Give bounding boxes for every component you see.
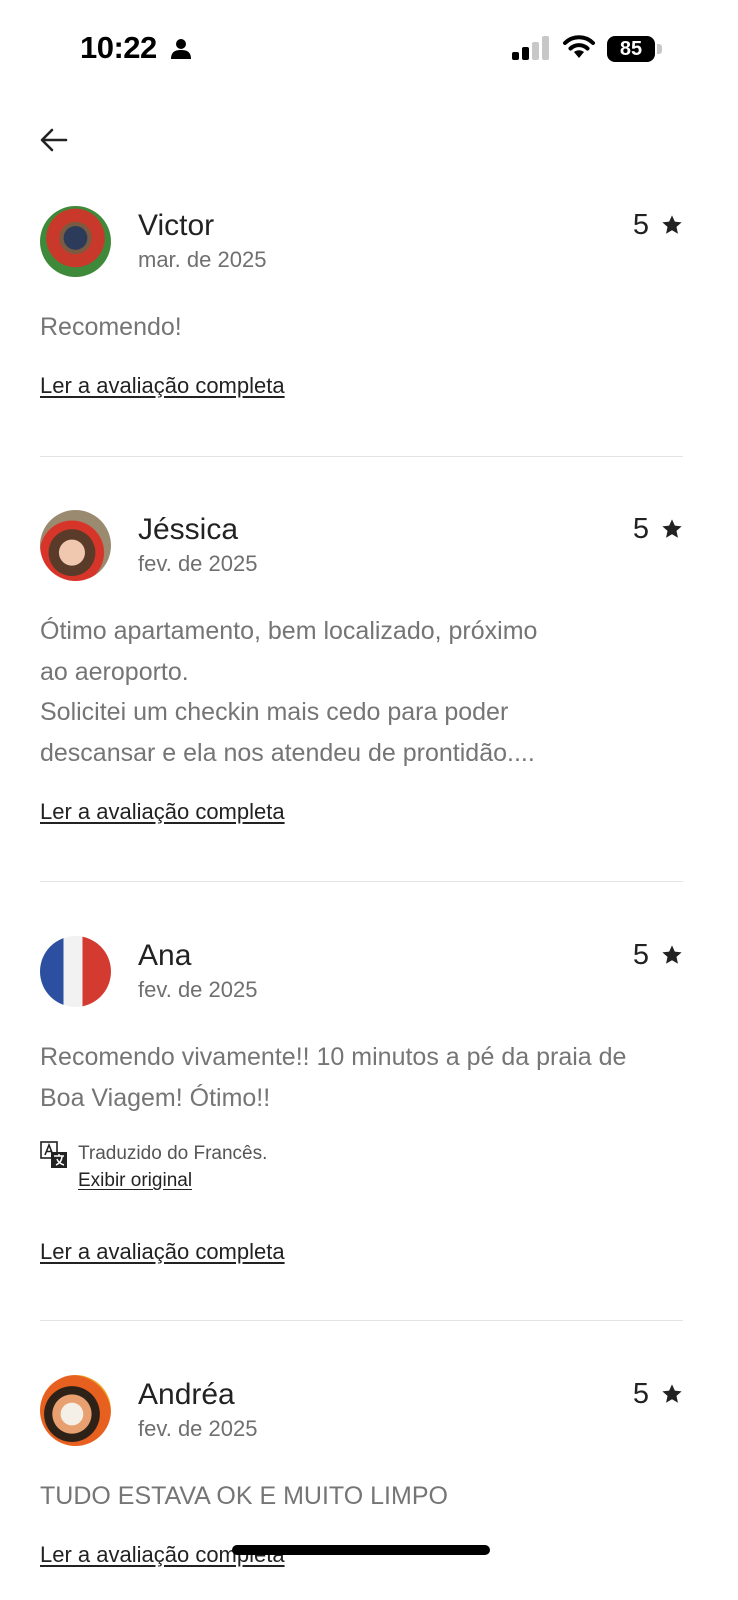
read-full-review-link[interactable]: Ler a avaliação completa	[40, 798, 285, 826]
review-text: TUDO ESTAVA OK E MUITO LIMPO	[40, 1482, 448, 1510]
battery-level: 85	[607, 36, 655, 62]
status-bar: 10:22 85	[0, 0, 738, 100]
review-text: Ótimo apartamento, bem localizado, próxi…	[40, 617, 538, 767]
battery-indicator: 85	[607, 36, 663, 62]
divider	[40, 881, 683, 882]
star-icon	[662, 519, 682, 538]
person-icon	[171, 39, 191, 59]
star-icon	[662, 215, 682, 234]
rating: 5	[633, 510, 683, 548]
rating: 5	[633, 206, 683, 244]
reviews-page: 10:22 85 Victor mar. de 2025 5 Recomendo…	[0, 0, 738, 1600]
review-date: mar. de 2025	[138, 247, 267, 272]
reviewer-name: Andréa	[138, 1378, 235, 1411]
cellular-signal-icon	[512, 36, 549, 60]
rating: 5	[633, 936, 683, 974]
divider	[40, 456, 683, 457]
rating-value: 5	[632, 512, 649, 545]
rating-value: 5	[632, 1377, 649, 1410]
avatar[interactable]	[40, 1375, 111, 1446]
review-item: Victor mar. de 2025 5 Recomendo! Ler a a…	[40, 206, 683, 406]
wifi-icon	[563, 35, 595, 58]
battery-cap	[657, 44, 662, 54]
avatar[interactable]	[40, 936, 111, 1007]
translation-info: Traduzido do Francês. Exibir original	[40, 1141, 440, 1197]
read-full-review-link[interactable]: Ler a avaliação completa	[40, 1238, 285, 1266]
read-full-review-link[interactable]: Ler a avaliação completa	[40, 372, 285, 400]
rating: 5	[633, 1375, 683, 1413]
review-item: Jéssica fev. de 2025 5 Ótimo apartamento…	[40, 510, 683, 835]
avatar[interactable]	[40, 510, 111, 581]
translate-icon	[40, 1141, 67, 1168]
status-time: 10:22	[80, 30, 157, 65]
rating-value: 5	[632, 938, 649, 971]
star-icon	[662, 1384, 682, 1403]
review-text: Recomendo!	[40, 313, 182, 341]
review-text: Recomendo vivamente!! 10 minutos a pé da…	[40, 1043, 627, 1112]
reviewer-name: Ana	[138, 939, 192, 972]
arrow-left-icon	[40, 128, 68, 152]
translation-note: Traduzido do Francês.	[78, 1143, 268, 1164]
review-item: Ana fev. de 2025 5 Recomendo vivamente!!…	[40, 936, 683, 1271]
back-button[interactable]	[36, 124, 72, 156]
avatar[interactable]	[40, 206, 111, 277]
reviewer-name: Jéssica	[138, 513, 239, 546]
reviewer-name: Victor	[138, 209, 215, 242]
divider	[40, 1320, 683, 1321]
review-date: fev. de 2025	[138, 551, 258, 576]
review-date: fev. de 2025	[138, 977, 258, 1002]
show-original-link[interactable]: Exibir original	[78, 1168, 192, 1194]
star-icon	[662, 945, 682, 964]
rating-value: 5	[632, 208, 649, 241]
review-item: Andréa fev. de 2025 5 TUDO ESTAVA OK E M…	[40, 1375, 683, 1600]
home-indicator[interactable]	[232, 1545, 490, 1555]
review-date: fev. de 2025	[138, 1416, 258, 1441]
